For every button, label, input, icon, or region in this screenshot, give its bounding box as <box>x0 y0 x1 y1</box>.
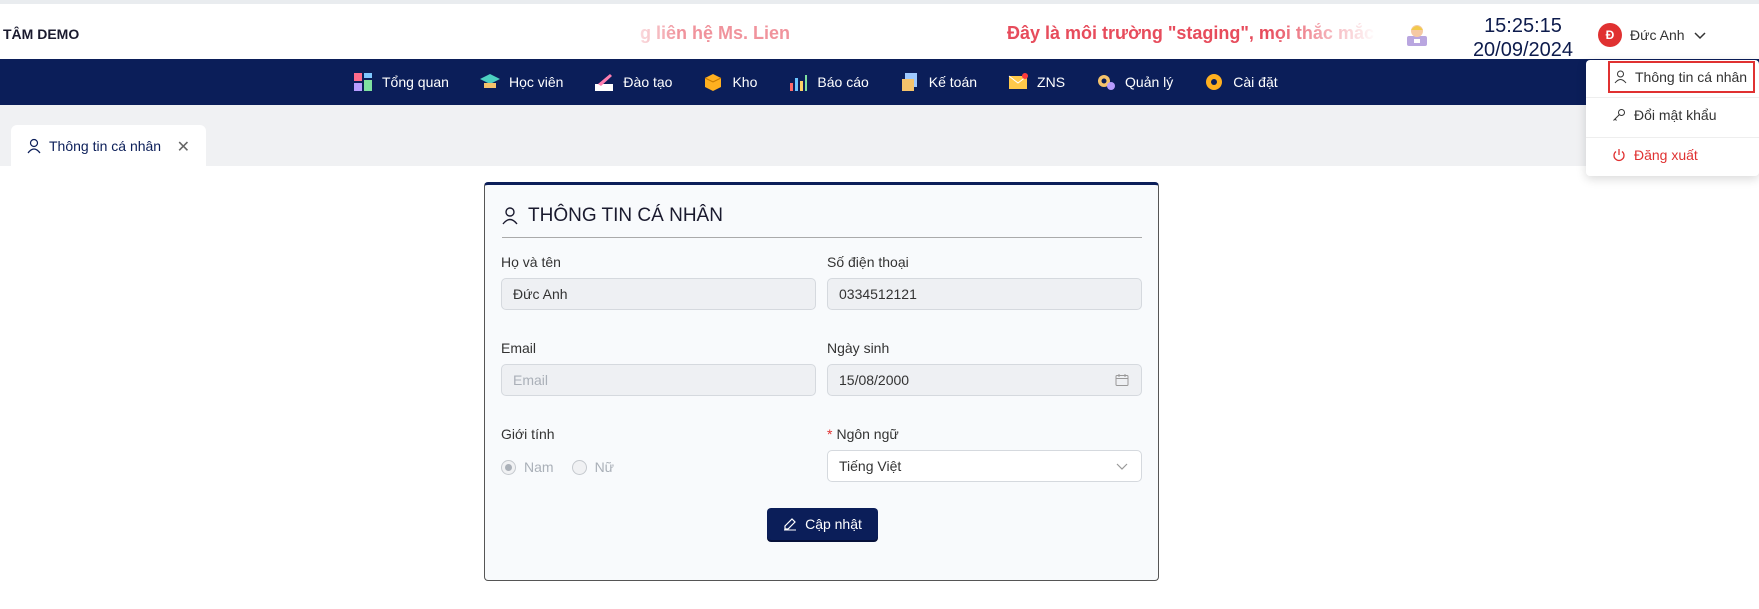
gender-radio-group: Nam Nữ <box>501 459 614 475</box>
nav-item-label: ZNS <box>1037 74 1066 90</box>
radio-dot <box>571 459 587 475</box>
user-icon <box>502 207 518 225</box>
tab-profile[interactable]: Thông tin cá nhân ✕ <box>11 125 206 166</box>
language-label-text: Ngôn ngữ <box>836 426 899 442</box>
key-icon <box>1613 109 1625 121</box>
menu-item-change-password[interactable]: Đổi mật khẩu <box>1586 99 1759 131</box>
box-icon <box>705 74 722 91</box>
required-mark: * <box>827 426 833 442</box>
phone-label: Số điện thoại <box>827 254 909 270</box>
nav-item-warehouse[interactable]: Kho <box>702 71 757 93</box>
gender-female-radio[interactable]: Nữ <box>571 459 615 475</box>
nav-item-label: Tổng quan <box>382 74 449 90</box>
top-bar: TÂM DEMO g liên hệ Ms. Lien Đây là môi t… <box>0 0 1759 62</box>
nav-item-label: Đào tạo <box>623 74 673 90</box>
update-button-label: Cập nhật <box>805 516 862 532</box>
dob-label: Ngày sinh <box>827 340 890 356</box>
fullname-label: Họ và tên <box>501 254 561 270</box>
tab-strip: Thông tin cá nhân ✕ <box>0 105 1759 166</box>
chevron-down-icon <box>1693 32 1706 40</box>
marquee-fade <box>620 20 680 50</box>
gender-label: Giới tính <box>501 426 555 442</box>
settings-gear-icon <box>1206 74 1223 90</box>
radio-dot <box>501 459 516 475</box>
card-title-text: THÔNG TIN CÁ NHÂN <box>528 205 723 226</box>
email-field[interactable]: Email <box>501 364 816 396</box>
notification-avatar-icon[interactable] <box>1404 22 1430 48</box>
calendar-icon[interactable] <box>1115 373 1129 387</box>
bar-chart-icon <box>790 75 808 91</box>
menu-item-logout[interactable]: Đăng xuất <box>1586 139 1759 171</box>
chevron-down-icon <box>1116 463 1128 470</box>
clock-time: 15:25:15 <box>1484 15 1562 37</box>
nav-item-training[interactable]: Đào tạo <box>593 71 672 93</box>
radio-label: Nam <box>524 459 554 475</box>
marquee-text-right: Đây là môi trường "staging", mọi thắc mắ… <box>1007 23 1377 43</box>
profile-card: THÔNG TIN CÁ NHÂN Họ và tên Đức Anh Số đ… <box>484 182 1159 581</box>
dashboard-icon <box>354 73 372 91</box>
dob-field[interactable]: 15/08/2000 <box>827 364 1142 396</box>
edit-icon <box>784 518 797 531</box>
menu-item-profile[interactable]: Thông tin cá nhân <box>1608 61 1755 93</box>
language-value: Tiếng Việt <box>839 458 902 474</box>
user-dropdown-menu: Thông tin cá nhân Đổi mật khẩu Đăng xuất <box>1586 60 1759 176</box>
user-icon <box>27 138 41 153</box>
menu-item-label: Đăng xuất <box>1634 147 1698 163</box>
mail-icon <box>1008 73 1029 89</box>
nav-item-overview[interactable]: Tổng quan <box>352 71 449 93</box>
menu-item-label: Đổi mật khẩu <box>1634 107 1717 123</box>
writing-icon <box>595 74 614 91</box>
language-label: * Ngôn ngữ <box>827 426 899 442</box>
nav-item-label: Kế toán <box>928 74 978 90</box>
gender-male-radio[interactable]: Nam <box>501 459 554 475</box>
nav-item-label: Kho <box>732 74 758 90</box>
ledger-icon <box>901 73 917 91</box>
close-icon[interactable]: ✕ <box>177 137 190 157</box>
user-menu[interactable]: Đ Đức Anh <box>1598 23 1707 47</box>
card-title: THÔNG TIN CÁ NHÂN <box>502 205 723 227</box>
user-name: Đức Anh <box>1630 27 1685 43</box>
brand-name[interactable]: TÂM DEMO <box>3 26 79 42</box>
clock: 15:25:15 20/09/2024 <box>1448 14 1598 62</box>
dob-value: 15/08/2000 <box>839 372 910 388</box>
avatar: Đ <box>1598 23 1622 47</box>
nav-item-zns[interactable]: ZNS <box>1007 71 1065 93</box>
nav-item-label: Báo cáo <box>817 74 869 90</box>
nav-item-reports[interactable]: Báo cáo <box>787 71 869 93</box>
menu-item-label: Thông tin cá nhân <box>1635 69 1748 85</box>
nav-item-label: Học viên <box>508 74 564 90</box>
language-select[interactable]: Tiếng Việt <box>827 450 1142 482</box>
user-icon <box>1614 70 1627 84</box>
main-nav: Tổng quan Học viên Đào tạo Kho Báo cáo K… <box>0 59 1759 105</box>
nav-item-students[interactable]: Học viên <box>479 71 563 93</box>
graduation-cap-icon <box>479 74 500 88</box>
gear-manage-icon <box>1098 75 1116 90</box>
menu-divider <box>1586 97 1759 98</box>
fullname-field[interactable]: Đức Anh <box>501 278 816 310</box>
email-label: Email <box>501 340 537 356</box>
power-icon <box>1613 149 1625 162</box>
nav-item-settings[interactable]: Cài đặt <box>1203 71 1278 93</box>
tab-label: Thông tin cá nhân <box>49 137 162 154</box>
nav-item-management[interactable]: Quản lý <box>1095 71 1173 93</box>
card-divider <box>502 237 1142 238</box>
phone-field[interactable]: 0334512121 <box>827 278 1142 310</box>
menu-divider <box>1586 137 1759 138</box>
update-button[interactable]: Cập nhật <box>767 508 878 540</box>
radio-label: Nữ <box>594 459 615 475</box>
nav-item-label: Cài đặt <box>1233 74 1278 90</box>
nav-item-label: Quản lý <box>1125 74 1174 90</box>
nav-item-accounting[interactable]: Kế toán <box>899 71 977 93</box>
